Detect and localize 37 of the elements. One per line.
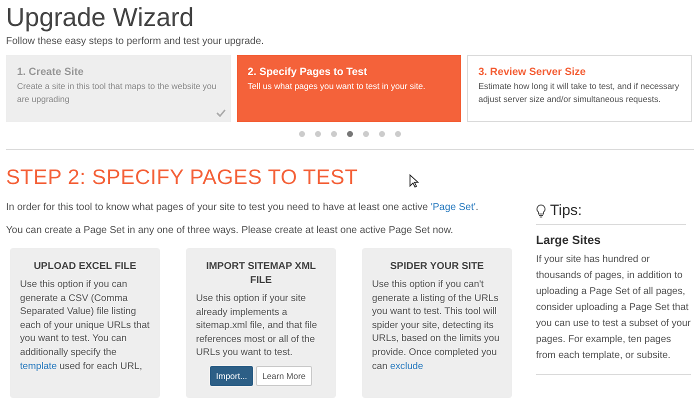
option-description: Use this option if you can't generate a listing of the URLs you want to test. This tool will spider your site, detecting its URLs, based on the limits you provide. Once completed you can exclude: [372, 278, 500, 374]
link[interactable]: 'Page Set': [430, 202, 476, 213]
step-title: 2. Specify Pages to Test: [248, 66, 368, 78]
link[interactable]: template: [20, 360, 57, 372]
pager-dot[interactable]: [347, 131, 353, 137]
lightbulb-icon: [536, 204, 546, 218]
pager-dot[interactable]: [299, 131, 305, 137]
step-title: 3. Review Server Size: [478, 66, 587, 78]
option-title: SPIDER YOUR SITE: [390, 260, 484, 274]
page-subtitle: Follow these easy steps to perform and test your upgrade.: [6, 36, 264, 47]
step-description: Estimate how long it will take to test, and if necessary adjust server size and/or simultaneous requests.: [478, 80, 680, 106]
learn-more-button[interactable]: Learn More: [256, 366, 312, 386]
step-description: Create a site in this tool that maps to the website you are upgrading: [17, 80, 218, 106]
wizard-step[interactable]: 3. Review Server Size Estimate how long it will take to test, and if necessary adjust server size and/or simultaneous requests.: [467, 55, 692, 122]
option-description: Use this option if you can generate a CSV (Comma Separated Value) file listing each of your unique URLs that you want to test. You can additionally specify the template used for each URL,: [20, 278, 150, 374]
option-title: UPLOAD EXCEL FILE: [34, 260, 136, 274]
pager-dot[interactable]: [363, 131, 369, 137]
option-title: IMPORT SITEMAP XML FILE: [205, 260, 317, 288]
link[interactable]: exclude: [390, 360, 424, 372]
step-title: 1. Create Site: [17, 66, 85, 78]
step-heading: STEP 2: SPECIFY PAGES TO TEST: [6, 166, 358, 190]
pager-dot[interactable]: [315, 131, 321, 137]
cursor-icon: [409, 174, 419, 188]
intro-text: You can create a Page Set in any one of three ways. Please create at least one active Page Set now.: [6, 225, 454, 236]
wizard-step[interactable]: 1. Create Site Create a site in this tool that maps to the website you are upgrading: [6, 55, 231, 122]
tip-heading: Large Sites: [536, 233, 602, 247]
option-description: Use this option if your site already implements a sitemap.xml file, and that file references most or all of the URLs you want to test.: [196, 292, 318, 360]
tips-title: Tips:: [550, 202, 582, 219]
tip-text: If your site has hundred or thousands of pages, in addition to uploading a Page Set of all pages, consider uploading a Page Set that you can use to test a subset of your pages. For example, ten pages from each template, or subsite.: [536, 252, 691, 375]
pager-dot[interactable]: [395, 131, 401, 137]
pager-dot[interactable]: [331, 131, 337, 137]
import-button[interactable]: Import...: [210, 366, 254, 386]
step-description: Tell us what pages you want to test in your site.: [248, 80, 426, 93]
intro-text: In order for this tool to know what pages of your site to test you need to have at least one active 'Page Set'.: [6, 202, 478, 213]
page-title: Upgrade Wizard: [6, 2, 194, 32]
wizard-step[interactable]: 2. Specify Pages to Test Tell us what pages you want to test in your site.: [236, 55, 462, 122]
pager-dot[interactable]: [379, 131, 385, 137]
